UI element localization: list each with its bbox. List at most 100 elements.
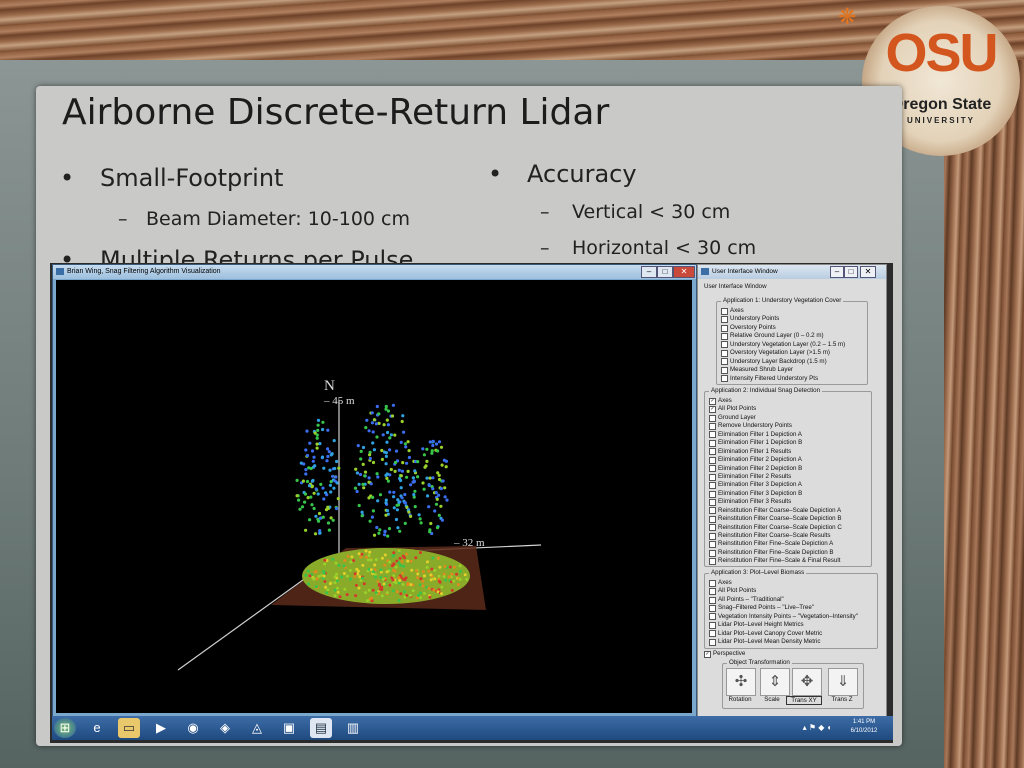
checkbox-box[interactable]	[709, 613, 716, 621]
checkbox-item[interactable]: Vegetation Intensity Points – "Vegetatio…	[709, 613, 858, 621]
checkbox-box[interactable]	[721, 316, 728, 324]
minimize-icon[interactable]: ‒	[830, 266, 844, 278]
checkbox-item[interactable]: Elimination Filter 1 Results	[709, 448, 842, 456]
checkbox-item[interactable]: All Points – "Traditional"	[709, 596, 858, 604]
checkbox-item[interactable]: ✓ All Plot Points	[709, 405, 842, 414]
checkbox-box[interactable]	[721, 333, 728, 341]
checkbox-box[interactable]	[709, 414, 716, 422]
checkbox-item[interactable]: Understory Vegetation Layer (0.2 – 1.5 m…	[721, 341, 845, 349]
minimize-icon[interactable]: ‒	[641, 266, 657, 278]
checkbox-box[interactable]: ✓	[709, 397, 716, 405]
checkbox-item[interactable]: Axes	[721, 307, 845, 315]
taskbar-clock[interactable]: 1:41 PM 6/10/2012	[844, 718, 884, 736]
checkbox-box[interactable]	[721, 307, 728, 315]
checkbox-box[interactable]	[709, 507, 716, 515]
checkbox-item[interactable]: Relative Ground Layer (0 – 0.2 m)	[721, 332, 845, 341]
checkbox-box[interactable]	[721, 375, 728, 383]
checkbox-box[interactable]	[709, 579, 716, 587]
checkbox-box[interactable]	[721, 341, 728, 349]
checkbox-item[interactable]: Intensity Filtered Understory Pts	[721, 375, 845, 383]
translate-xy-icon[interactable]: ✥	[792, 668, 822, 696]
checkbox-box[interactable]	[709, 558, 716, 566]
start-button-icon[interactable]: ⊞	[54, 718, 76, 738]
checkbox-item[interactable]: Lidar Plot–Level Mean Density Metric	[709, 638, 858, 646]
active-window-icon[interactable]: ▤	[310, 718, 332, 738]
checkbox-item[interactable]: Understory Points	[721, 315, 845, 324]
lidar-3d-canvas[interactable]: N – 45 m – 32 m –	[56, 280, 692, 713]
checkbox-item[interactable]: Overstory Vegetation Layer (>1.5 m)	[721, 349, 845, 357]
maximize-icon[interactable]: □	[657, 266, 673, 278]
app-icon-red[interactable]: ◈	[214, 718, 236, 738]
checkbox-box[interactable]: ✓	[704, 650, 711, 658]
checkbox-box[interactable]	[709, 596, 716, 604]
checkbox-item[interactable]: Elimination Filter 2 Depiction B	[709, 465, 842, 473]
checkbox-item[interactable]: Elimination Filter 1 Depiction B	[709, 439, 842, 447]
checkbox-box[interactable]	[709, 605, 716, 613]
checkbox-box[interactable]	[709, 541, 716, 549]
checkbox-item[interactable]: Overstory Points	[721, 324, 845, 332]
checkbox-box[interactable]	[709, 473, 716, 481]
checkbox-item[interactable]: All Plot Points	[709, 587, 858, 596]
checkbox-item[interactable]: Reinstitution Filter Coarse–Scale Depict…	[709, 524, 842, 532]
checkbox-item[interactable]: Axes	[709, 579, 858, 587]
internet-explorer-icon[interactable]: e	[86, 718, 108, 738]
checkbox-box[interactable]	[709, 465, 716, 473]
checkbox-item[interactable]: Reinstitution Filter Coarse–Scale Depict…	[709, 515, 842, 523]
checkbox-box[interactable]	[709, 524, 716, 532]
checkbox-box[interactable]	[709, 630, 716, 638]
checkbox-item[interactable]: Reinstitution Filter Coarse–Scale Result…	[709, 532, 842, 540]
checkbox-item[interactable]: Reinstitution Filter Fine–Scale & Final …	[709, 557, 842, 566]
checkbox-item[interactable]: Reinstitution Filter Coarse–Scale Depict…	[709, 507, 842, 515]
checkbox-box[interactable]	[721, 349, 728, 357]
perspective-checkbox[interactable]: ✓ Perspective	[704, 650, 745, 658]
checkbox-box[interactable]	[721, 358, 728, 366]
checkbox-item[interactable]: Lidar Plot–Level Height Metrics	[709, 621, 858, 629]
checkbox-item[interactable]: Understory Layer Backdrop (1.5 m)	[721, 358, 845, 366]
checkbox-item[interactable]: Elimination Filter 3 Depiction B	[709, 490, 842, 498]
checkbox-item[interactable]: ✓ Axes	[709, 397, 842, 405]
file-explorer-icon[interactable]: ▭	[118, 718, 140, 738]
checkbox-box[interactable]	[709, 448, 716, 456]
checkbox-item[interactable]: Ground Layer	[709, 414, 842, 422]
app-icon-blue[interactable]: ◬	[246, 718, 268, 738]
checkbox-box[interactable]	[721, 324, 728, 332]
checkbox-box[interactable]	[709, 482, 716, 490]
checkbox-box[interactable]	[709, 431, 716, 439]
checkbox-box[interactable]: ✓	[709, 406, 716, 414]
visualization-window-titlebar[interactable]: Brian Wing, Snag Filtering Algorithm Vis…	[53, 265, 696, 279]
scale-icon[interactable]: ⇕	[760, 668, 790, 696]
checkbox-box[interactable]	[721, 366, 728, 374]
close-icon[interactable]: ✕	[673, 266, 695, 278]
checkbox-item[interactable]: Measured Shrub Layer	[721, 366, 845, 374]
checkbox-box[interactable]	[709, 490, 716, 498]
checkbox-box[interactable]	[709, 515, 716, 523]
save-disk-icon[interactable]: ▥	[342, 718, 364, 738]
close-icon[interactable]: ✕	[860, 266, 876, 278]
app-icon-yellow[interactable]: ▣	[278, 718, 300, 738]
checkbox-box[interactable]	[709, 549, 716, 557]
checkbox-box[interactable]	[709, 532, 716, 540]
checkbox-item[interactable]: Elimination Filter 2 Results	[709, 473, 842, 481]
checkbox-item[interactable]: Elimination Filter 1 Depiction A	[709, 431, 842, 439]
checkbox-item[interactable]: Remove Understory Points	[709, 422, 842, 431]
checkbox-item[interactable]: Lidar Plot–Level Canopy Cover Metric	[709, 630, 858, 638]
checkbox-box[interactable]	[709, 638, 716, 646]
translate-z-icon[interactable]: ⇓	[828, 668, 858, 696]
checkbox-box[interactable]	[709, 621, 716, 629]
checkbox-item[interactable]: Reinstitution Filter Fine–Scale Depictio…	[709, 549, 842, 557]
rotation-icon[interactable]: ✣	[726, 668, 756, 696]
checkbox-item[interactable]: Elimination Filter 2 Depiction A	[709, 456, 842, 464]
system-tray-icons[interactable]: ▴ ⚑ ◆ ◖	[797, 718, 837, 738]
checkbox-box[interactable]	[709, 456, 716, 464]
ui-window-titlebar[interactable]: User Interface Window ‒ □ ✕	[698, 265, 886, 279]
checkbox-box[interactable]	[709, 588, 716, 596]
checkbox-item[interactable]: Reinstitution Filter Fine–Scale Depictio…	[709, 540, 842, 549]
checkbox-item[interactable]: Snag–Filtered Points – "Live–Tree"	[709, 604, 858, 613]
media-player-icon[interactable]: ▶	[150, 718, 172, 738]
maximize-icon[interactable]: □	[844, 266, 858, 278]
checkbox-item[interactable]: Elimination Filter 3 Depiction A	[709, 481, 842, 490]
chrome-icon[interactable]: ◉	[182, 718, 204, 738]
checkbox-item[interactable]: Elimination Filter 3 Results	[709, 498, 842, 506]
checkbox-box[interactable]	[709, 498, 716, 506]
checkbox-box[interactable]	[709, 439, 716, 447]
